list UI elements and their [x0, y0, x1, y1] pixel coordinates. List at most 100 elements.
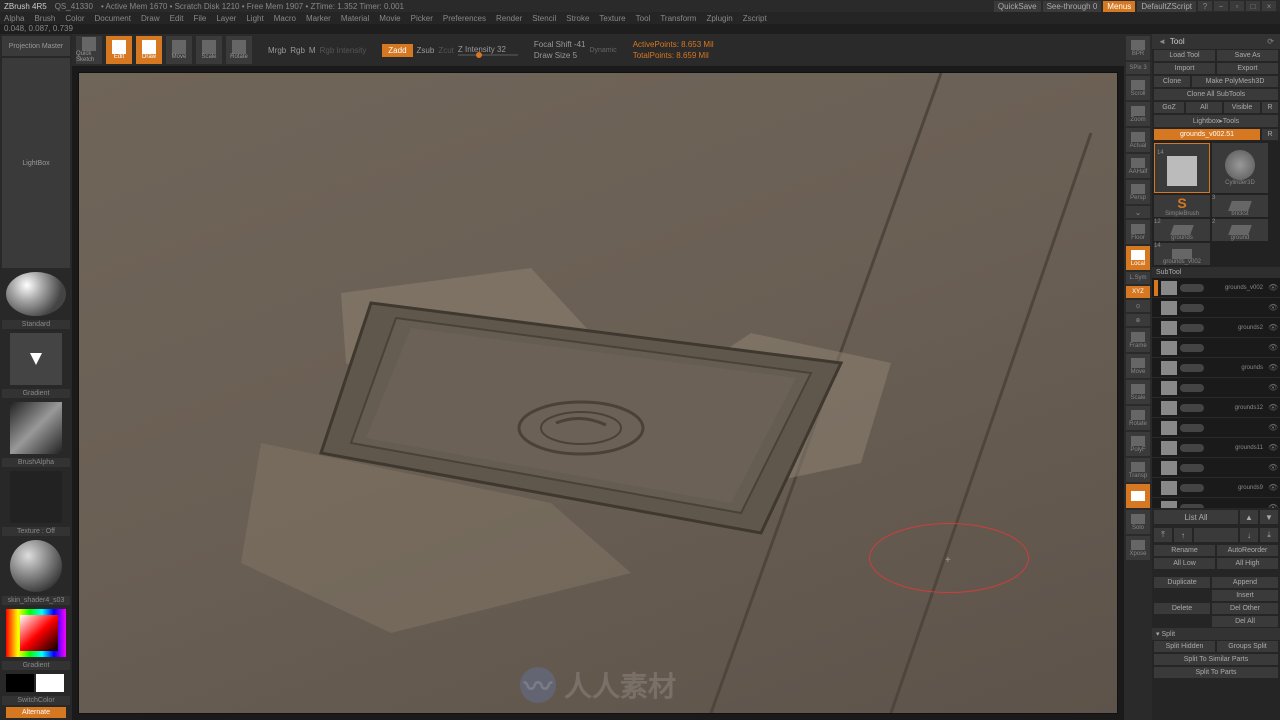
menu-tool[interactable]: Tool	[636, 14, 651, 23]
eye-icon[interactable]: 👁	[1268, 343, 1278, 353]
menu-zscript[interactable]: Zscript	[743, 14, 767, 23]
subtool-up-icon[interactable]: ▲	[1240, 510, 1258, 524]
loadtool-button[interactable]: Load Tool	[1154, 50, 1215, 61]
local-button[interactable]: Local	[1126, 246, 1150, 270]
help-icon[interactable]: ?	[1198, 1, 1212, 11]
splithidden-button[interactable]: Split Hidden	[1154, 641, 1215, 652]
zcut-toggle[interactable]: Zcut	[438, 46, 454, 55]
tool-thumb-brickst[interactable]: 3brickst	[1212, 195, 1268, 217]
tool-r-button[interactable]: R	[1262, 129, 1278, 140]
eye-icon[interactable]: 👁	[1268, 403, 1278, 413]
goz-button[interactable]: GoZ	[1154, 102, 1184, 113]
append-button[interactable]: Append	[1212, 577, 1278, 588]
quicksave-button[interactable]: QuickSave	[994, 1, 1041, 12]
switchcolor-button[interactable]: SwitchColor	[2, 696, 70, 705]
listall-button[interactable]: List All	[1154, 510, 1238, 524]
tool-thumb-simplebrush[interactable]: SSimpleBrush	[1154, 195, 1210, 217]
rgb-toggle[interactable]: Rgb	[290, 46, 305, 55]
floor-arrow-icon[interactable]: ⌄	[1126, 206, 1150, 218]
projection-master-button[interactable]: Projection Master	[2, 36, 70, 56]
subtool-item[interactable]: grounds9👁	[1152, 478, 1280, 498]
menu-stroke[interactable]: Stroke	[566, 14, 589, 23]
menu-alpha[interactable]: Alpha	[4, 14, 24, 23]
eye-icon[interactable]: 👁	[1268, 323, 1278, 333]
brush-preview[interactable]	[6, 272, 66, 316]
focalshift-slider[interactable]: Focal Shift -41	[534, 40, 586, 49]
rotate-button[interactable]: Rotate	[226, 36, 252, 64]
menu-preferences[interactable]: Preferences	[443, 14, 486, 23]
xyz-button[interactable]: XYZ	[1126, 286, 1150, 298]
menu-movie[interactable]: Movie	[379, 14, 400, 23]
makepolymesh-button[interactable]: Make PolyMesh3D	[1192, 76, 1278, 87]
solo-button[interactable]: Solo	[1126, 510, 1150, 534]
delall-button[interactable]: Del All	[1212, 616, 1278, 627]
menu-file[interactable]: File	[193, 14, 206, 23]
menu-stencil[interactable]: Stencil	[532, 14, 556, 23]
color-swatch-main[interactable]	[6, 674, 34, 692]
menu-zplugin[interactable]: Zplugin	[706, 14, 732, 23]
bpr-button[interactable]: BPR	[1126, 36, 1150, 60]
frame-button[interactable]: Frame	[1126, 328, 1150, 352]
move3d-button[interactable]: Move	[1126, 354, 1150, 378]
lightbox-button[interactable]: LightBox	[2, 58, 70, 268]
menu-render[interactable]: Render	[496, 14, 522, 23]
zsub-toggle[interactable]: Zsub	[417, 46, 435, 55]
nav-down-icon[interactable]: ⊕	[1126, 314, 1150, 326]
move-bottom-icon[interactable]: ⤓	[1260, 528, 1278, 542]
autoreorder-button[interactable]: AutoReorder	[1217, 545, 1278, 556]
duplicate-button[interactable]: Duplicate	[1154, 577, 1210, 588]
subtool-item[interactable]: 👁	[1152, 338, 1280, 358]
menu-picker[interactable]: Picker	[411, 14, 433, 23]
zscript-button[interactable]: DefaultZScript	[1137, 1, 1196, 12]
scroll-button[interactable]: Scroll	[1126, 76, 1150, 100]
rgbintensity-slider[interactable]: Rgb Intensity	[320, 46, 367, 55]
texture-thumb[interactable]	[10, 471, 62, 523]
menu-texture[interactable]: Texture	[599, 14, 625, 23]
seethrough-slider[interactable]: See-through 0	[1043, 1, 1102, 12]
color-picker[interactable]	[6, 609, 66, 657]
subtool-item[interactable]: grounds👁	[1152, 358, 1280, 378]
goz-all-button[interactable]: All	[1186, 102, 1222, 113]
subtool-item[interactable]: 👁	[1152, 378, 1280, 398]
floor-button[interactable]: Floor	[1126, 220, 1150, 244]
zoom-button[interactable]: Zoom	[1126, 102, 1150, 126]
menu-brush[interactable]: Brush	[34, 14, 55, 23]
saveas-button[interactable]: Save As	[1217, 50, 1278, 61]
menu-document[interactable]: Document	[95, 14, 131, 23]
eye-icon[interactable]: 👁	[1268, 483, 1278, 493]
alllow-button[interactable]: All Low	[1154, 558, 1215, 569]
lightbox-tools-button[interactable]: Lightbox▸Tools	[1154, 115, 1278, 127]
export-button[interactable]: Export	[1217, 63, 1278, 74]
subtool-item[interactable]: 👁	[1152, 498, 1280, 508]
edit-button[interactable]: Edit	[106, 36, 132, 64]
subtool-item[interactable]: 👁	[1152, 418, 1280, 438]
goz-visible-button[interactable]: Visible	[1224, 102, 1260, 113]
menu-marker[interactable]: Marker	[306, 14, 331, 23]
rotate3d-button[interactable]: Rotate	[1126, 406, 1150, 430]
ghost-button[interactable]	[1126, 484, 1150, 508]
move-up-icon[interactable]: ↑	[1174, 528, 1192, 542]
lsym-button[interactable]: L.Sym	[1126, 272, 1150, 284]
eye-icon[interactable]: 👁	[1268, 363, 1278, 373]
mrgb-toggle[interactable]: Mrgb	[268, 46, 286, 55]
groupssplit-button[interactable]: Groups Split	[1217, 641, 1278, 652]
eye-icon[interactable]: 👁	[1268, 443, 1278, 453]
move-button[interactable]: Move	[166, 36, 192, 64]
close-icon[interactable]: ×	[1262, 1, 1276, 11]
menu-edit[interactable]: Edit	[170, 14, 184, 23]
nav-up-icon[interactable]: ⊙	[1126, 300, 1150, 312]
draw-button[interactable]: Draw	[136, 36, 162, 64]
menu-macro[interactable]: Macro	[274, 14, 296, 23]
alternate-button[interactable]: Alternate	[6, 707, 66, 718]
subtool-item[interactable]: grounds11👁	[1152, 438, 1280, 458]
drawsize-slider[interactable]: Draw Size 5	[534, 51, 586, 60]
dynamic-toggle[interactable]: Dynamic	[589, 47, 616, 54]
m-toggle[interactable]: M	[309, 46, 316, 55]
tool-thumb-grounds-v002[interactable]: 14grounds_v002	[1154, 243, 1210, 265]
subtool-item[interactable]: 👁	[1152, 458, 1280, 478]
splittosimilar-button[interactable]: Split To Similar Parts	[1154, 654, 1278, 665]
zintensity-slider[interactable]: Z Intensity 32	[458, 45, 518, 54]
quicksketch-button[interactable]: Quick Sketch	[76, 36, 102, 64]
spix-button[interactable]: SPix 3	[1126, 62, 1150, 74]
subtool-item[interactable]: grounds2👁	[1152, 318, 1280, 338]
